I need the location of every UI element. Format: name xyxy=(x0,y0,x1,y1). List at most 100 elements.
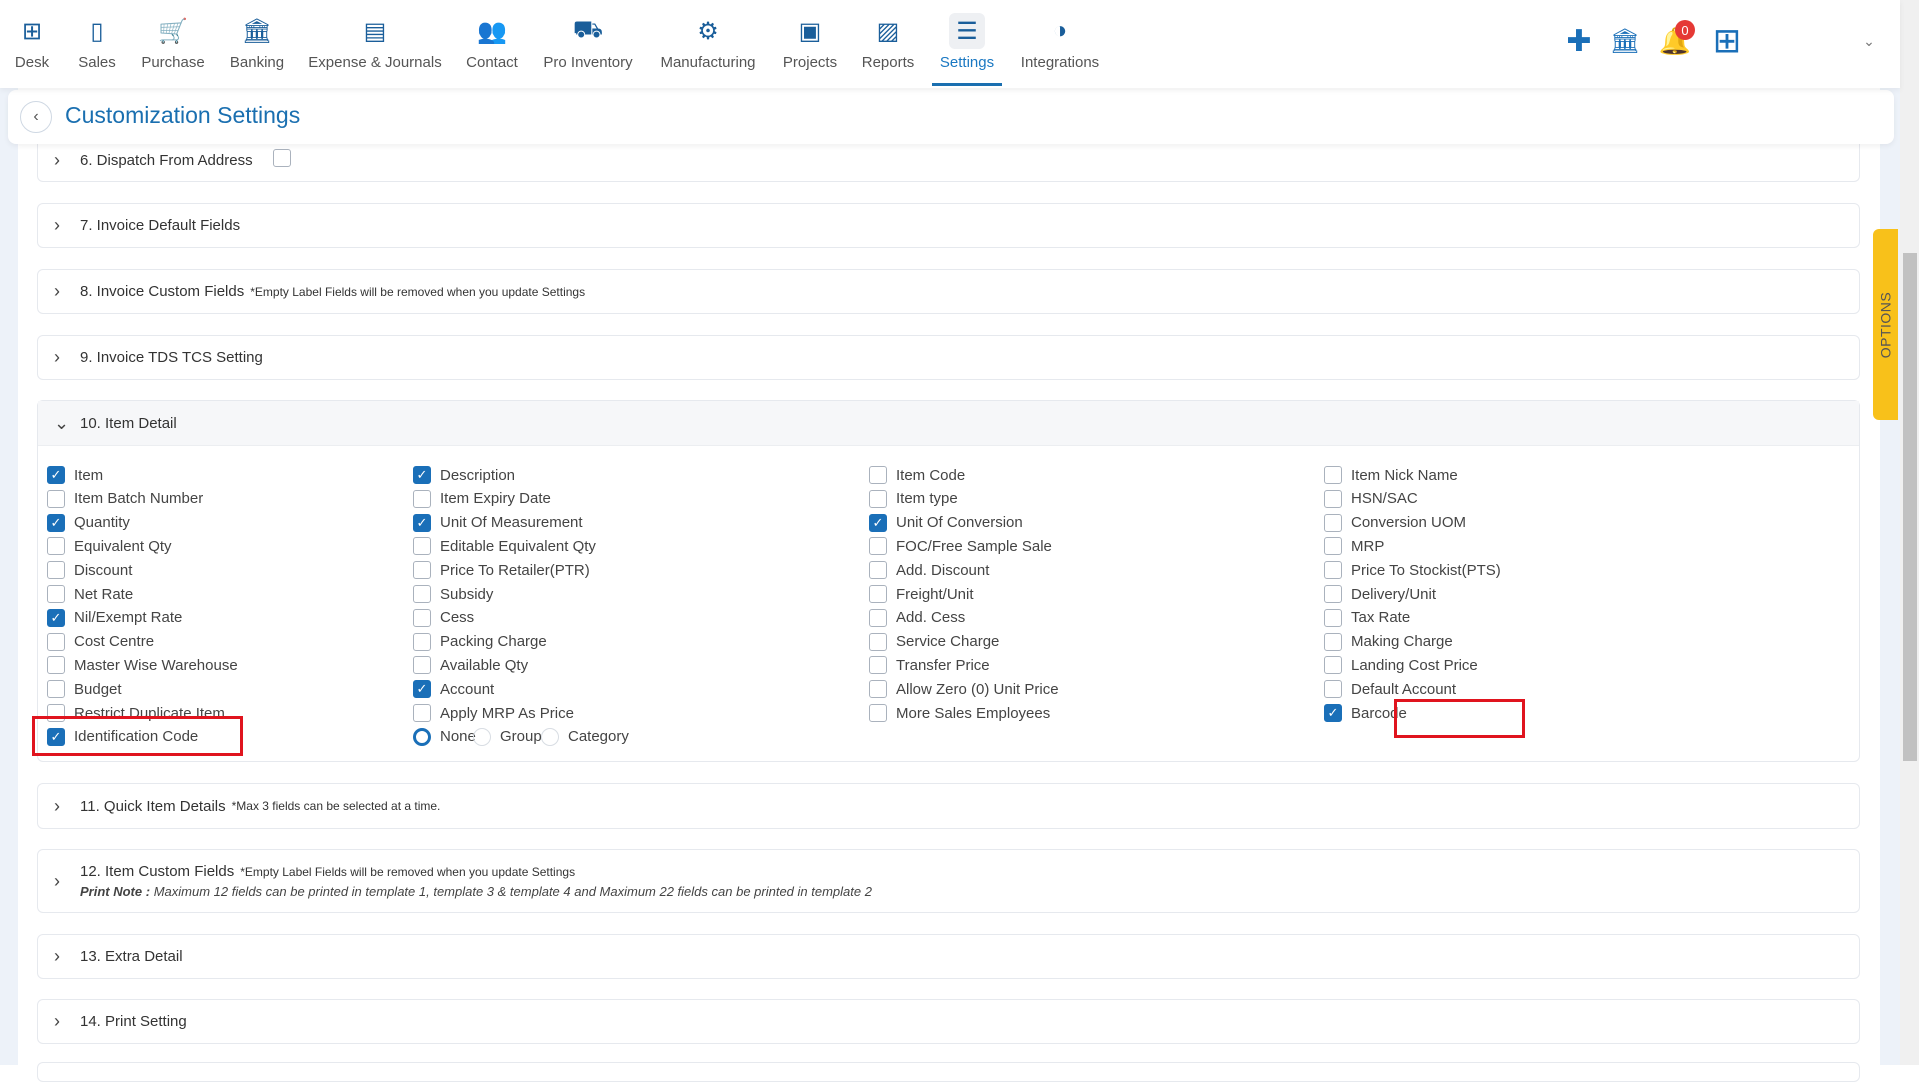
item-detail-option[interactable]: Item Code xyxy=(869,464,965,486)
item-detail-option[interactable]: ✓ Description xyxy=(413,464,515,486)
item-detail-option[interactable]: Subsidy xyxy=(413,583,493,605)
item-detail-option[interactable]: MRP xyxy=(1324,535,1384,557)
checkbox[interactable]: ✓ xyxy=(47,608,65,627)
item-detail-option[interactable]: Item Expiry Date xyxy=(413,488,551,510)
checkbox[interactable] xyxy=(869,608,887,627)
nav-tab-desk[interactable]: ⊞ Desk xyxy=(7,0,57,88)
checkbox[interactable]: ✓ xyxy=(47,466,65,484)
nav-tab-sales[interactable]: ▯ Sales xyxy=(70,0,124,88)
checkbox[interactable] xyxy=(869,704,887,722)
checkbox[interactable] xyxy=(1324,489,1342,508)
checkbox[interactable] xyxy=(1324,608,1342,627)
item-detail-option[interactable]: Cost Centre xyxy=(47,631,154,653)
nav-tab-purchase[interactable]: 🛒 Purchase xyxy=(134,0,213,88)
section-header[interactable]: ⌄ 10. Item Detail xyxy=(38,401,1859,446)
item-detail-option[interactable]: Transfer Price xyxy=(869,654,990,676)
dispatch-checkbox[interactable] xyxy=(272,148,291,167)
checkbox[interactable] xyxy=(1324,632,1342,651)
section-invoice-tds-tcs[interactable]: › 9. Invoice TDS TCS Setting xyxy=(37,335,1860,380)
item-detail-option[interactable]: ✓ Account xyxy=(413,678,494,700)
checkbox[interactable] xyxy=(413,656,431,675)
apps-grid-icon[interactable]: ⊞ xyxy=(1710,22,1744,60)
item-detail-option[interactable]: ✓ Quantity xyxy=(47,512,130,534)
checkbox[interactable] xyxy=(47,632,65,651)
checkbox[interactable] xyxy=(413,537,431,556)
item-detail-option[interactable]: ✓ Item xyxy=(47,464,103,486)
checkbox[interactable] xyxy=(47,680,65,699)
item-detail-option[interactable]: Net Rate xyxy=(47,583,133,605)
radio-option-group[interactable]: Group xyxy=(473,726,542,748)
nav-tab-projects[interactable]: ▣ Projects xyxy=(775,0,845,88)
add-icon[interactable]: ✚ xyxy=(1562,24,1596,58)
nav-tab-reports[interactable]: ▨ Reports xyxy=(854,0,923,88)
item-detail-option[interactable]: Landing Cost Price xyxy=(1324,654,1478,676)
checkbox[interactable] xyxy=(1324,466,1342,484)
checkbox[interactable] xyxy=(869,561,887,580)
item-detail-option[interactable]: Equivalent Qty xyxy=(47,535,172,557)
nav-tab-pro-inventory[interactable]: ⛟ Pro Inventory xyxy=(536,0,641,88)
nav-tab-expense-journals[interactable]: ▤ Expense & Journals xyxy=(301,0,450,88)
radio-button[interactable] xyxy=(473,727,491,746)
checkbox[interactable] xyxy=(413,561,431,580)
radio-button[interactable] xyxy=(541,727,559,746)
checkbox[interactable]: ✓ xyxy=(413,466,431,484)
checkbox[interactable] xyxy=(869,585,887,603)
item-detail-option[interactable]: ✓ Nil/Exempt Rate xyxy=(47,607,182,629)
checkbox[interactable] xyxy=(413,608,431,627)
checkbox[interactable] xyxy=(869,656,887,675)
nav-tab-banking[interactable]: 🏛 Banking xyxy=(222,0,292,88)
section-print-setting[interactable]: › 14. Print Setting xyxy=(37,999,1860,1044)
item-detail-option[interactable]: Allow Zero (0) Unit Price xyxy=(869,678,1059,700)
checkbox[interactable] xyxy=(869,680,887,699)
back-button[interactable]: ‹ xyxy=(20,101,52,133)
item-detail-option[interactable]: ✓ Unit Of Measurement xyxy=(413,512,583,534)
item-detail-option[interactable]: Available Qty xyxy=(413,654,528,676)
checkbox[interactable] xyxy=(47,561,65,580)
checkbox[interactable] xyxy=(1324,656,1342,675)
item-detail-option[interactable]: Discount xyxy=(47,559,132,581)
checkbox[interactable] xyxy=(47,656,65,675)
checkbox[interactable] xyxy=(869,537,887,556)
nav-tab-manufacturing[interactable]: ⚙ Manufacturing xyxy=(653,0,764,88)
checkbox[interactable] xyxy=(1324,561,1342,580)
item-detail-option[interactable]: Tax Rate xyxy=(1324,607,1410,629)
section-invoice-custom-fields[interactable]: › 8. Invoice Custom Fields *Empty Label Fi… xyxy=(37,269,1860,314)
section-item-custom-fields[interactable]: › 12. Item Custom Fields *Empty Label Fie… xyxy=(37,849,1860,913)
item-detail-option[interactable]: Freight/Unit xyxy=(869,583,974,605)
item-detail-option[interactable]: Service Charge xyxy=(869,631,999,653)
item-detail-option[interactable]: Add. Discount xyxy=(869,559,989,581)
radio-button[interactable] xyxy=(413,727,431,746)
checkbox[interactable]: ✓ xyxy=(47,513,65,532)
scrollbar[interactable] xyxy=(1900,0,1919,1065)
checkbox[interactable] xyxy=(869,632,887,651)
checkbox[interactable] xyxy=(47,537,65,556)
item-detail-option[interactable]: Item type xyxy=(869,488,958,510)
nav-tab-integrations[interactable]: ◑ Integrations xyxy=(1013,0,1107,88)
item-detail-option[interactable]: Cess xyxy=(413,607,474,629)
checkbox[interactable]: ✓ xyxy=(1324,704,1342,722)
checkbox[interactable]: ✓ xyxy=(869,513,887,532)
item-detail-option[interactable]: More Sales Employees xyxy=(869,702,1050,724)
item-detail-option[interactable]: Price To Stockist(PTS) xyxy=(1324,559,1501,581)
checkbox[interactable] xyxy=(869,466,887,484)
checkbox[interactable]: ✓ xyxy=(413,680,431,699)
item-detail-option[interactable]: Packing Charge xyxy=(413,631,547,653)
radio-option-category[interactable]: Category xyxy=(541,726,629,748)
item-detail-option[interactable]: Master Wise Warehouse xyxy=(47,654,238,676)
checkbox[interactable] xyxy=(413,489,431,508)
radio-option-none[interactable]: None xyxy=(413,726,476,748)
checkbox[interactable] xyxy=(47,489,65,508)
section-extra-detail[interactable]: › 13. Extra Detail xyxy=(37,934,1860,979)
scrollbar-thumb[interactable] xyxy=(1903,253,1917,761)
chevron-down-icon[interactable]: ⌄ xyxy=(1852,24,1886,58)
item-detail-option[interactable]: Add. Cess xyxy=(869,607,965,629)
checkbox[interactable] xyxy=(1324,513,1342,532)
checkbox[interactable] xyxy=(1324,680,1342,699)
item-detail-option[interactable]: Conversion UOM xyxy=(1324,512,1466,534)
checkbox[interactable] xyxy=(869,489,887,508)
checkbox[interactable]: ✓ xyxy=(413,513,431,532)
item-detail-option[interactable]: Apply MRP As Price xyxy=(413,702,574,724)
item-detail-option[interactable]: Making Charge xyxy=(1324,631,1453,653)
item-detail-option[interactable]: ✓ Unit Of Conversion xyxy=(869,512,1023,534)
item-detail-option[interactable]: Editable Equivalent Qty xyxy=(413,535,596,557)
